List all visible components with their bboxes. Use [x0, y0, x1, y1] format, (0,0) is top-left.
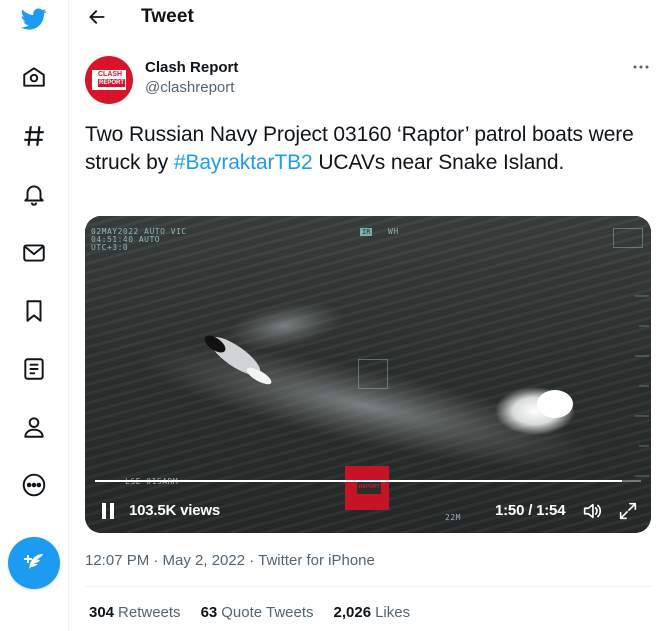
osd-ir-badge: IR	[360, 228, 373, 236]
osd-label: WH	[388, 227, 399, 236]
likes-label: Likes	[375, 604, 411, 621]
osd-line: UTC+3:0	[91, 243, 129, 252]
osd-zoom: 22M	[445, 513, 461, 522]
video-view-count: 103.5K views	[129, 502, 220, 519]
video-player[interactable]: 02MAY2022 AUTO VIC 04:51:40 AUTO UTC+3:0…	[85, 216, 651, 533]
video-time: 1:50 / 1:54	[495, 502, 566, 519]
osd-box	[613, 228, 643, 248]
author-display-name[interactable]: Clash Report	[145, 59, 238, 76]
quote-tweets-stat[interactable]: 63 Quote Tweets	[201, 604, 314, 621]
page-header: Tweet	[70, 0, 662, 36]
page-title: Tweet	[141, 6, 194, 27]
avatar[interactable]: CLASH REPORT	[85, 56, 133, 104]
pause-icon	[102, 503, 114, 519]
notifications-bell-icon[interactable]	[17, 177, 51, 211]
back-arrow-button[interactable]	[86, 6, 108, 28]
tweet-stats: 304 Retweets 63 Quote Tweets 2,026 Likes	[89, 604, 410, 621]
avatar-logo-text: REPORT	[98, 79, 126, 87]
retweets-label: Retweets	[118, 604, 181, 621]
hashtag-link[interactable]: #BayraktarTB2	[174, 151, 313, 174]
more-options-button[interactable]	[630, 58, 652, 76]
hashtag-icon[interactable]	[17, 119, 51, 153]
video-progress-bar[interactable]	[95, 480, 641, 482]
more-options-circle-icon[interactable]	[17, 468, 51, 502]
home-icon[interactable]	[17, 60, 51, 94]
likes-stat[interactable]: 2,026 Likes	[334, 604, 411, 621]
profile-icon[interactable]	[17, 410, 51, 444]
retweets-stat[interactable]: 304 Retweets	[89, 604, 181, 621]
divider	[85, 586, 652, 587]
tweet-text-part: UCAVs near Snake Island.	[312, 151, 565, 174]
fullscreen-expand-icon	[619, 502, 637, 520]
quotes-count: 63	[200, 604, 218, 621]
avatar-logo-text: CLASH	[98, 71, 123, 78]
explosion-core	[537, 390, 573, 418]
volume-icon	[583, 503, 602, 519]
retweets-count: 304	[89, 604, 115, 621]
lists-icon[interactable]	[17, 352, 51, 386]
osd-scale	[635, 295, 649, 477]
twitter-logo-icon[interactable]	[17, 2, 51, 36]
watermark-text: REPORT	[359, 484, 380, 490]
fullscreen-button[interactable]	[617, 500, 639, 522]
feather-plus-icon	[24, 554, 43, 569]
bookmarks-icon[interactable]	[17, 294, 51, 328]
targeting-reticle	[358, 359, 388, 389]
video-progress-fill	[95, 480, 622, 482]
messages-mail-icon[interactable]	[17, 236, 51, 270]
pause-button[interactable]	[99, 501, 119, 521]
tweet-text: Two Russian Navy Project 03160 ‘Raptor’ …	[85, 121, 645, 177]
tweet-timestamp[interactable]: 12:07 PM · May 2, 2022 · Twitter for iPh…	[85, 552, 375, 569]
quotes-label: Quote Tweets	[221, 604, 314, 621]
volume-button[interactable]	[581, 500, 603, 522]
ellipsis-icon	[633, 65, 649, 69]
sidebar-nav	[0, 0, 69, 631]
compose-tweet-button[interactable]	[8, 537, 60, 589]
author-handle[interactable]: @clashreport	[145, 79, 234, 96]
likes-count: 2,026	[333, 604, 372, 621]
watermark-logo: REPORT	[345, 466, 389, 510]
back-arrow-icon	[89, 10, 105, 24]
